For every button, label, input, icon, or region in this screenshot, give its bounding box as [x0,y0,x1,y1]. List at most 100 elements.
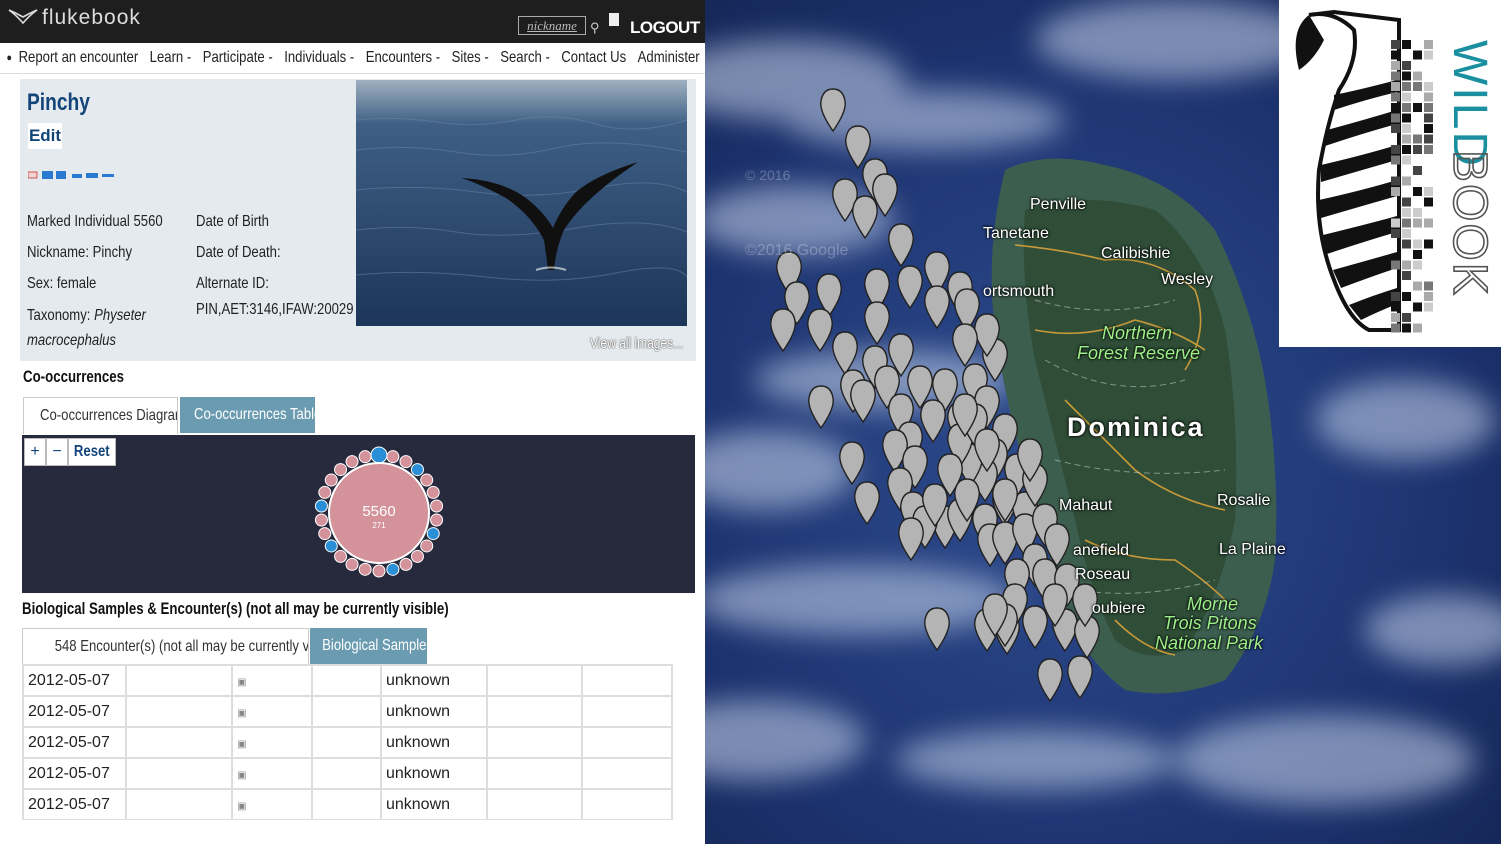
table-cell [581,757,673,790]
table-row[interactable]: 2012-05-07 ▣ unknown [22,726,673,759]
cooccurrence-node[interactable] [324,539,338,553]
tab-encounters[interactable]: 548 Encounter(s) (not all may be current… [22,628,309,665]
logo-pixel [1413,323,1422,333]
logo-pixel [1413,250,1422,259]
logo-pixel [1413,82,1422,91]
cooccurrence-node[interactable] [410,463,424,477]
nav-sites[interactable]: Sites - [452,49,489,67]
cooccurrence-node[interactable] [345,455,359,469]
logo-pixel [1424,50,1433,60]
tab-cooccurrences-table[interactable]: Co-occurrences Table [180,397,315,433]
nav-encounters[interactable]: Encounters - [366,49,440,67]
cooccurrence-node[interactable] [358,562,372,576]
cooccurrence-node[interactable] [386,562,400,576]
cooccurrence-node[interactable] [410,549,424,563]
logo-pixel [1402,323,1411,333]
logo-pixel [1402,113,1411,123]
nickname-link[interactable]: nickname [518,16,586,35]
cooccurrence-graph[interactable]: 5560271 [22,435,695,593]
cooccurrence-node[interactable] [430,499,444,513]
tab-cooccurrences-diagram[interactable]: Co-occurrences Diagram [23,397,178,434]
cooccurrence-node[interactable] [426,485,440,499]
nav-administer[interactable]: Administer [638,49,700,67]
cooccurrence-node[interactable] [318,485,332,499]
logo-pixel [1402,218,1411,228]
cooccurrence-node[interactable] [370,446,388,464]
cooccurrence-node[interactable] [324,473,338,487]
table-cell [125,788,234,820]
table-row[interactable]: 2012-05-07 ▣ unknown [22,664,673,697]
logo-pixel [1424,239,1433,249]
logo-pixel [1402,239,1411,249]
cooccurrence-node[interactable] [358,450,372,464]
logo-pixel [1402,82,1411,91]
label-dominica: Dominica [1067,412,1205,442]
search-icon[interactable]: ⚲ [590,20,600,36]
logo-pixel [1391,313,1400,322]
cooccurrence-diagram[interactable]: 5560 271 [22,435,695,593]
logo-pixel [1413,239,1422,249]
nav-individuals[interactable]: Individuals - [284,49,354,67]
cooccurrence-node[interactable] [345,557,359,571]
nav-contact-us[interactable]: Contact Us [561,49,626,67]
logo-pixel [1391,323,1400,333]
zoom-out-button[interactable]: − [46,438,68,466]
logo-pixel [1424,292,1433,301]
tab-cooccurrences-table-label: Co-occurrences Table [193,406,315,423]
share-icons[interactable] [28,171,118,179]
table-cell [125,695,234,728]
zoom-in-button[interactable]: + [24,438,46,466]
cooccurrence-node[interactable] [334,463,348,477]
fluke-photo[interactable] [356,80,687,326]
cooccurrence-node[interactable] [318,527,332,541]
cooccurrence-node[interactable] [386,450,400,464]
nav-search[interactable]: Search - [500,49,550,67]
table-cell [485,695,584,728]
camera-icon: ▣ [231,788,314,820]
reset-button[interactable]: Reset [68,438,116,466]
label-national-park: National Park [1155,633,1264,653]
cooccurrence-node[interactable] [430,513,444,527]
table-cell [311,664,382,697]
logo-pixel [1424,302,1433,312]
tab-encounters-label: 548 Encounter(s) (not all may be current… [54,638,309,655]
logo-pixel [1413,50,1422,60]
cooccurrence-node[interactable] [426,527,440,541]
camera-icon: ▣ [231,726,314,759]
logo-pixel [1413,166,1422,175]
cooccurrence-node[interactable] [420,473,434,487]
flukebook-logo[interactable]: flukebook [8,6,141,30]
nav-report-encounter[interactable]: Report an encounter [19,49,139,67]
nickname-value: Nickname: Pinchy [27,244,132,261]
cooccurrence-node[interactable] [372,564,386,578]
cooccurrence-node[interactable] [314,499,328,513]
logo-pixel [1424,113,1433,123]
label-rosalie: Rosalie [1217,492,1271,509]
cooccurrence-node[interactable] [399,557,413,571]
nav-participate[interactable]: Participate - [203,49,273,67]
table-cell [311,695,382,728]
nav-learn[interactable]: Learn - [150,49,192,67]
table-row[interactable]: 2012-05-07 ▣ unknown [22,757,673,790]
document-icon[interactable] [609,13,619,26]
table-cell [485,726,584,759]
cooccurrence-node[interactable] [399,455,413,469]
logo-pixel [1402,197,1411,207]
cell-status: unknown [379,695,488,728]
view-all-images-link[interactable]: View all images... [590,335,683,352]
tab-biological-samples[interactable]: Biological Samples [310,628,427,664]
table-cell [581,695,673,728]
cooccurrence-node[interactable] [420,539,434,553]
cooccurrence-node[interactable] [314,513,328,527]
cooccurrence-node[interactable] [334,549,348,563]
logo-pixel [1413,281,1422,291]
edit-button[interactable]: Edit [28,123,62,149]
logout-button[interactable]: LOGOUT [630,18,700,38]
logo-pixel [1402,92,1411,102]
table-row[interactable]: 2012-05-07 ▣ unknown [22,788,673,820]
table-cell [125,757,234,790]
logo-pixel [1391,218,1400,228]
table-row[interactable]: 2012-05-07 ▣ unknown [22,695,673,728]
map-watermark-2: ©2016 Google [745,242,849,259]
date-of-death-label: Date of Death: [196,244,281,261]
